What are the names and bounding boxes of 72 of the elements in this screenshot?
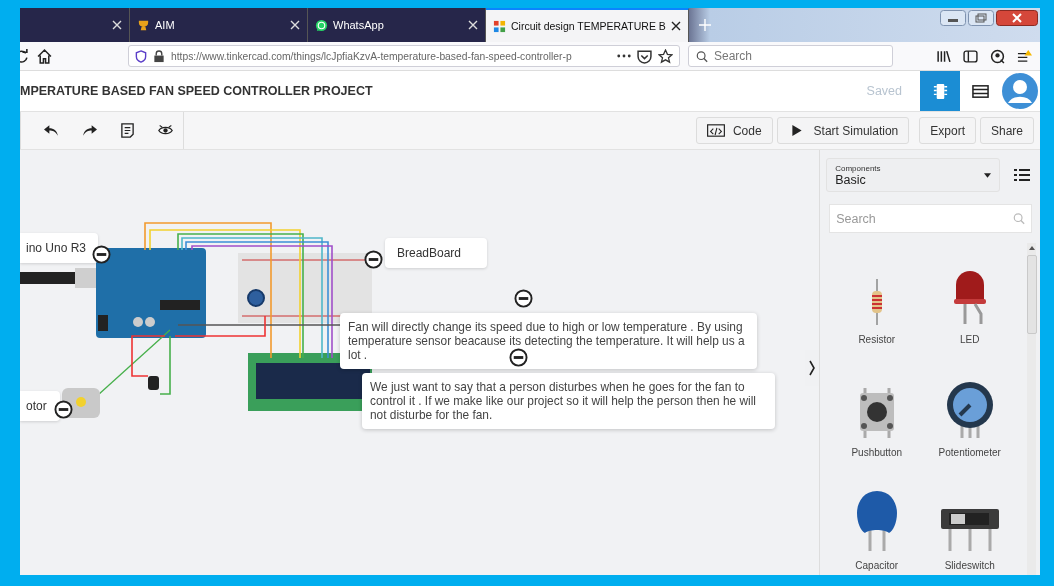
- minus-circle-icon[interactable]: [514, 289, 533, 308]
- new-tab-icon[interactable]: [698, 19, 711, 31]
- capacitor-icon[interactable]: [854, 489, 899, 551]
- chip-icon: [931, 82, 949, 100]
- close-icon[interactable]: [996, 10, 1038, 26]
- save-status: Saved: [866, 84, 902, 98]
- tab-title: Circuit design TEMPERATURE B: [511, 20, 666, 32]
- components-dropdown[interactable]: Components Basic: [826, 158, 1001, 192]
- start-simulation-button[interactable]: Start Simulation: [776, 117, 910, 144]
- notes-icon[interactable]: [120, 123, 135, 138]
- minus-circle-icon[interactable]: [92, 245, 111, 264]
- list-icon[interactable]: [1014, 169, 1031, 181]
- restore-icon[interactable]: [968, 10, 994, 26]
- search-field[interactable]: Search: [688, 45, 893, 67]
- home-icon[interactable]: [37, 48, 52, 64]
- code-icon: [706, 124, 725, 137]
- grid-icon: [493, 19, 506, 33]
- component-label: BreadBoard: [385, 238, 487, 268]
- note-text: Fan will directly change its speed due to high or low temperature . By using temperature sensor beacause its detecting the temperature. It will help us a lot .: [340, 313, 757, 369]
- menu-icon[interactable]: [1017, 48, 1032, 64]
- minus-circle-icon[interactable]: [364, 250, 383, 269]
- star-icon[interactable]: [658, 48, 673, 64]
- led-icon[interactable]: [952, 269, 987, 325]
- component-name: Slideswitch: [944, 560, 995, 571]
- search-placeholder: Search: [714, 49, 753, 63]
- toolbar-button[interactable]: Share: [979, 117, 1034, 144]
- sidebar-icon[interactable]: [963, 48, 978, 64]
- slide-switch-icon[interactable]: [939, 507, 1000, 551]
- potentiometer-icon[interactable]: [944, 382, 995, 438]
- note-text: We just want to say that a person disturbes when he goes for the fan to control it . If we make like our project so it will help the person then he will not disturbe for the fan.: [362, 373, 775, 429]
- search-placeholder: Search: [836, 211, 876, 226]
- code-button[interactable]: Code: [695, 117, 773, 144]
- chat-bubble-icon: [315, 18, 328, 32]
- account-icon[interactable]: [990, 48, 1005, 64]
- scrollbar[interactable]: [1027, 243, 1036, 575]
- url-text: https://www.tinkercad.com/things/lcJpfiaKzvA-temperature-based-fan-speed-controller-p: [171, 50, 573, 62]
- browser-tab[interactable]: Circuit design TEMPERATURE B: [486, 8, 689, 42]
- scroll-up-icon[interactable]: [1028, 246, 1035, 250]
- component-label: ino Uno R3: [20, 233, 98, 263]
- lock-icon: [153, 49, 165, 63]
- dropdown-label: Components: [835, 163, 882, 173]
- component-name: Capacitor: [855, 560, 899, 571]
- component-name: LED: [960, 334, 980, 345]
- tab-title: AIM: [155, 19, 176, 31]
- shield-icon: [135, 49, 147, 63]
- component-label: otor: [20, 391, 60, 421]
- library-icon[interactable]: [936, 48, 951, 64]
- potentiometer: [247, 289, 265, 307]
- minus-circle-icon[interactable]: [509, 348, 528, 367]
- component-name: Resistor: [858, 334, 896, 345]
- search-icon: [696, 49, 708, 63]
- table-icon: [971, 82, 989, 100]
- pushbutton-icon[interactable]: [857, 388, 896, 438]
- resistor-icon[interactable]: [869, 279, 884, 325]
- component-name: Pushbutton: [851, 447, 902, 458]
- project-title: MPERATURE BASED FAN SPEED CONTROLLER PROJECT: [20, 84, 373, 98]
- close-icon[interactable]: [670, 21, 681, 31]
- dropdown-value: Basic: [835, 172, 866, 187]
- minus-circle-icon[interactable]: [54, 400, 73, 419]
- minimize-icon[interactable]: [940, 10, 966, 26]
- trophy-icon: [137, 18, 150, 32]
- caret-icon: [984, 172, 992, 178]
- circuit-view-button[interactable]: [920, 71, 960, 111]
- address-field[interactable]: https://www.tinkercad.com/things/lcJpfiaKzvA-temperature-based-fan-speed-controller-p: [128, 45, 680, 67]
- more-icon[interactable]: [617, 54, 631, 58]
- scrollbar-thumb[interactable]: [1026, 255, 1037, 334]
- temperature-sensor: [148, 376, 159, 390]
- tab-title: WhatsApp: [333, 19, 385, 31]
- toolbar-button[interactable]: Export: [919, 117, 976, 144]
- search-icon: [1013, 212, 1025, 225]
- component-name: Potentiometer: [938, 447, 1001, 458]
- pocket-icon[interactable]: [637, 48, 652, 64]
